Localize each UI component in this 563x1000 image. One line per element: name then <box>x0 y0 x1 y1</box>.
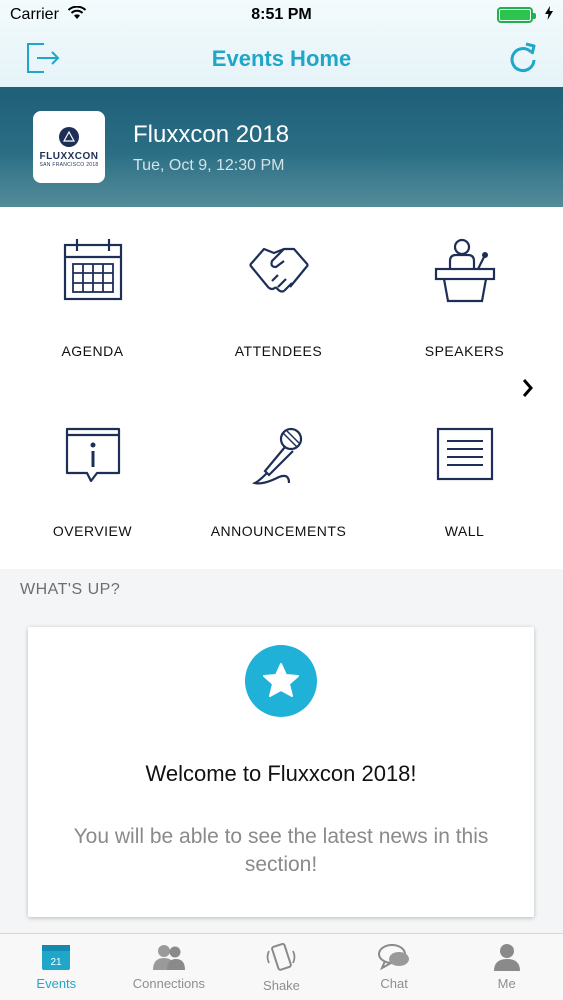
microphone-icon <box>251 427 302 485</box>
event-name: Fluxxcon 2018 <box>133 121 290 148</box>
tab-me[interactable]: Me <box>450 934 563 1000</box>
card-title: Welcome to Fluxxcon 2018! <box>145 761 417 786</box>
whats-up-section: WHAT'S UP? Welcome to Fluxxcon 2018! You… <box>0 569 563 933</box>
section-title: WHAT'S UP? <box>20 581 121 598</box>
shake-phone-icon <box>267 943 296 971</box>
handshake-icon <box>248 247 309 293</box>
page-title: Events Home <box>211 45 352 71</box>
tab-label: Events <box>36 976 77 991</box>
wifi-icon <box>67 5 87 25</box>
event-date: Tue, Oct 9, 12:30 PM <box>133 157 285 174</box>
tab-label: Me <box>497 976 516 991</box>
person-icon <box>493 944 520 971</box>
card-body: You will be able to see the latest news … <box>73 825 489 876</box>
chat-icon <box>378 944 410 971</box>
tab-shake[interactable]: Shake <box>225 934 338 1000</box>
tile-overview[interactable]: OVERVIEW <box>0 425 185 539</box>
tab-events[interactable]: 21 Events <box>0 934 113 1000</box>
charging-icon <box>545 5 553 25</box>
tile-label: ANNOUNCEMENTS <box>210 523 347 539</box>
tile-label: WALL <box>444 523 485 539</box>
tab-bar: 21 Events Connections Shake Chat Me <box>0 933 563 1000</box>
logo-mark-icon <box>59 126 79 147</box>
info-icon <box>65 427 120 483</box>
tab-connections[interactable]: Connections <box>113 934 226 1000</box>
tab-chat[interactable]: Chat <box>338 934 451 1000</box>
tab-label: Shake <box>263 978 300 993</box>
event-logo: FLUXXCON SAN FRANCISCO 2018 <box>33 111 105 183</box>
news-card: Welcome to Fluxxcon 2018! You will be ab… <box>28 627 534 917</box>
nav-bar: Events Home <box>0 30 563 87</box>
tile-speakers[interactable]: SPEAKERS <box>372 237 557 359</box>
tab-label: Connections <box>132 976 206 991</box>
podium-icon <box>434 238 495 303</box>
tile-announcements[interactable]: ANNOUNCEMENTS <box>186 425 371 539</box>
tile-label: SPEAKERS <box>424 343 505 359</box>
logo-text: FLUXXCON <box>39 150 99 162</box>
tile-label: ATTENDEES <box>234 343 323 359</box>
status-bar: Carrier 8:51 PM <box>0 0 563 30</box>
tab-label: Chat <box>380 976 408 991</box>
tile-label: OVERVIEW <box>52 523 133 539</box>
star-icon <box>245 645 317 717</box>
logo-subtext: SAN FRANCISCO 2018 <box>39 161 99 168</box>
refresh-icon[interactable] <box>505 40 541 76</box>
carrier-label: Carrier <box>10 6 59 23</box>
tile-attendees[interactable]: ATTENDEES <box>186 237 371 359</box>
tile-wall[interactable]: WALL <box>372 425 557 539</box>
logout-icon[interactable] <box>24 40 62 76</box>
tile-label: AGENDA <box>61 343 124 359</box>
calendar-icon: 21 <box>42 945 71 970</box>
feature-grid: AGENDA ATTENDEES SPEAKERS OVERVIEW ANNOU… <box>0 207 563 569</box>
event-header: FLUXXCON SAN FRANCISCO 2018 Fluxxcon 201… <box>0 87 563 207</box>
calendar-icon <box>63 239 122 301</box>
battery-icon <box>497 7 536 23</box>
tab-badge: 21 <box>51 957 63 968</box>
chevron-right-icon[interactable] <box>519 377 537 399</box>
wall-icon <box>436 427 493 481</box>
tile-agenda[interactable]: AGENDA <box>0 237 185 359</box>
people-icon <box>152 945 185 970</box>
